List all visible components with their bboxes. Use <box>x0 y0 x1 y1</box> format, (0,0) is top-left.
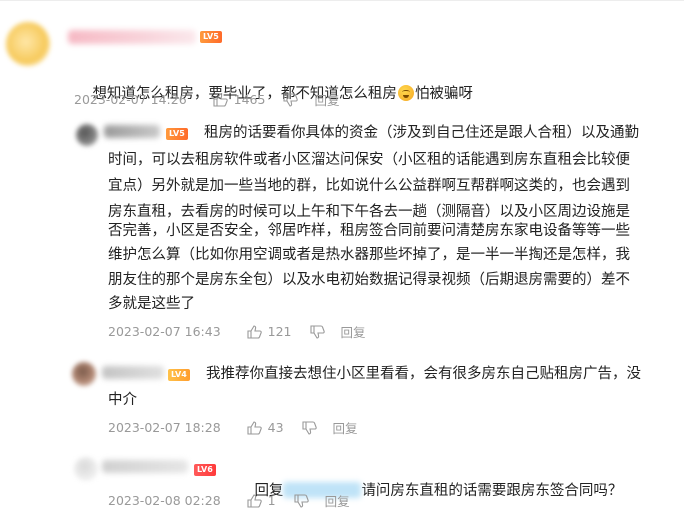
reply-button[interactable]: 回复 <box>314 90 339 109</box>
dislike-button[interactable] <box>301 420 317 435</box>
comment-text-line: 宜点）另外就是加一些当地的群，比如说什么公益群啊互帮群啊这类的，也会遇到 <box>108 178 630 194</box>
comment-text-line: 我推荐你直接去想住小区里看看，会有很多房东自己贴租房广告，没 <box>206 366 641 382</box>
avatar[interactable] <box>76 124 98 146</box>
thumbs-down-icon <box>309 324 325 339</box>
comment-text-line: 中介 <box>108 392 137 408</box>
comment-text-line: 朋友住的那个是房东全包）以及水电初始数据记得录视频（后期退房需要的）差不 <box>108 272 630 288</box>
dislike-button[interactable] <box>309 324 325 339</box>
comment-text-line: 维护怎么算（比如你用空调或者是热水器那些坏掉了，是一半一半掏还是怎样，我 <box>108 247 630 263</box>
level-badge: LV5 <box>200 31 222 43</box>
comment-text-line: 多就是这些了 <box>108 296 195 312</box>
like-count: 121 <box>267 324 292 339</box>
level-badge: LV6 <box>194 464 216 476</box>
comment-meta: 2023-02-07 14:26 1465 回复 <box>74 90 339 109</box>
reply-button[interactable]: 回复 <box>325 491 350 510</box>
thumbs-up-icon <box>213 92 228 107</box>
comment-date: 2023-02-07 14:26 <box>74 92 187 107</box>
comment-date: 2023-02-07 16:43 <box>108 324 221 339</box>
avatar[interactable] <box>6 22 50 66</box>
username-blurred[interactable] <box>102 460 188 473</box>
avatar[interactable] <box>74 457 98 481</box>
thumbs-down-icon <box>294 493 309 508</box>
username-blurred[interactable] <box>68 30 196 44</box>
comment-meta: 2023-02-07 18:28 43 回复 <box>108 418 358 437</box>
dislike-button[interactable] <box>294 493 309 508</box>
like-button[interactable]: 43 <box>247 420 284 435</box>
comment-text-line: 时间，可以去租房软件或者小区溜达问保安（小区租的话能遇到房东直租会比较便 <box>108 152 630 168</box>
thumbs-up-icon <box>247 324 262 339</box>
thumbs-down-icon <box>283 92 299 107</box>
thumbs-down-icon <box>301 420 317 435</box>
like-button[interactable]: 1 <box>247 493 276 508</box>
top-divider <box>0 0 684 1</box>
like-button[interactable]: 121 <box>247 324 292 339</box>
face-emoji-icon <box>397 85 414 101</box>
level-badge: LV5 <box>166 128 188 140</box>
thumbs-up-icon <box>247 420 262 435</box>
comment-meta: 2023-02-07 16:43 121 回复 <box>108 322 366 341</box>
reply-button[interactable]: 回复 <box>341 322 366 341</box>
comment-date: 2023-02-08 02:28 <box>108 493 221 508</box>
like-button[interactable]: 1465 <box>213 92 266 107</box>
dislike-button[interactable] <box>283 92 299 107</box>
level-badge: LV4 <box>168 369 190 381</box>
avatar[interactable] <box>72 362 96 386</box>
comment-text-line: 否完善，小区是否安全，邻居咋样，租房签合同前要问清楚房东家电设备等等一些 <box>108 223 630 239</box>
username-blurred[interactable] <box>102 366 164 379</box>
comment-date: 2023-02-07 18:28 <box>108 420 221 435</box>
comment-meta: 2023-02-08 02:28 1 回复 <box>108 491 350 510</box>
like-count: 1465 <box>233 92 266 107</box>
comment-text-line: 租房的话要看你具体的资金（涉及到自己住还是跟人合租）以及通勤 <box>204 125 639 141</box>
like-count: 1 <box>267 493 276 508</box>
username-blurred[interactable] <box>104 125 160 138</box>
thumbs-up-icon <box>247 493 262 508</box>
like-count: 43 <box>267 420 284 435</box>
reply-button[interactable]: 回复 <box>333 418 358 437</box>
